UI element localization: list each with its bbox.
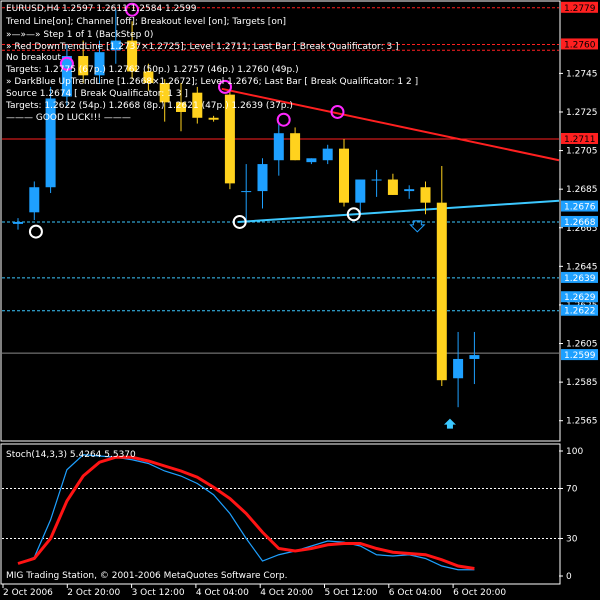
candle-body bbox=[436, 202, 447, 381]
candle-body bbox=[306, 158, 317, 163]
price-badge-1: 1.2760 bbox=[561, 38, 598, 50]
price-badge-7: 1.2622 bbox=[561, 304, 598, 317]
price-badge-label: 1.2779 bbox=[564, 4, 596, 14]
red-trendline-info: » Red DownTrendLine [1.2737×1.2725]; Lev… bbox=[6, 42, 399, 52]
symbol-line: EURUSD,H4 1.2597 1.2611 1.2584 1.2599 bbox=[6, 4, 197, 14]
price-badge-0: 1.2779 bbox=[561, 1, 598, 14]
stoch-level-label-1: 70 bbox=[566, 485, 578, 495]
price-tick-label-7: 1.2605 bbox=[566, 340, 598, 350]
candle-body bbox=[208, 117, 219, 120]
price-badge-label: 1.2760 bbox=[564, 40, 596, 50]
price-badge-label: 1.2629 bbox=[564, 293, 596, 303]
price-badge-label: 1.2676 bbox=[564, 203, 596, 213]
price-badge-label: 1.2668 bbox=[564, 218, 596, 228]
time-tick-label-1: 2 Oct 20:00 bbox=[67, 588, 120, 598]
candle-body bbox=[257, 164, 268, 192]
candle-body bbox=[29, 187, 40, 213]
candle-body bbox=[273, 133, 284, 161]
stoch-level-label-3: 0 bbox=[566, 572, 572, 582]
candle-body bbox=[13, 221, 23, 224]
time-tick-label-3: 4 Oct 04:00 bbox=[196, 588, 249, 598]
time-tick-label-6: 6 Oct 04:00 bbox=[389, 588, 442, 598]
step-line: »—»—» Step 1 of 1 (BackStep 0) bbox=[6, 30, 153, 40]
time-tick-label-2: 3 Oct 12:00 bbox=[132, 588, 185, 598]
price-badge-label: 1.2599 bbox=[564, 351, 596, 361]
stoch-level-label-0: 100 bbox=[566, 447, 583, 457]
price-tick-label-5: 1.2645 bbox=[566, 262, 598, 272]
price-badge-8: 1.2599 bbox=[561, 349, 598, 361]
price-badge-3: 1.2676 bbox=[561, 200, 598, 213]
settings-line: Trend Line[on]; Channel [off]; Breakout … bbox=[5, 17, 286, 27]
good-luck-text: ——— GOOD LUCK!!! ——— bbox=[6, 113, 131, 123]
time-tick-label-7: 6 Oct 20:00 bbox=[453, 588, 506, 598]
price-badge-5: 1.2639 bbox=[561, 271, 598, 284]
candle-20 bbox=[339, 138, 349, 207]
time-tick-label-5: 5 Oct 12:00 bbox=[325, 588, 378, 598]
stoch-label: Stoch(14,3,3) 5.4264 5.5370 bbox=[6, 450, 136, 460]
candle-body bbox=[404, 189, 415, 192]
candle-body bbox=[420, 187, 431, 203]
price-tick-label-9: 1.2565 bbox=[566, 417, 598, 427]
source-line: Source 1.2674 [ Break Qualificator: 1 3 … bbox=[6, 89, 188, 99]
candle-body bbox=[241, 191, 252, 193]
blue-trendline-info: » DarkBlue UpTrendLine [1.2668×1.2672]; … bbox=[6, 77, 418, 87]
candle-body bbox=[290, 133, 301, 161]
price-badge-label: 1.2622 bbox=[564, 307, 596, 317]
price-badge-label: 1.2639 bbox=[564, 274, 596, 284]
stoch-level-label-2: 30 bbox=[566, 535, 578, 545]
blue-targets-text: Targets: 1.2622 (54p.) 1.2668 (8p.) 1.26… bbox=[5, 101, 293, 111]
candle-body bbox=[453, 358, 464, 379]
price-tick-label-0: 1.2745 bbox=[566, 69, 598, 79]
time-tick-label-0: 2 Oct 2006 bbox=[3, 588, 53, 598]
candle-body bbox=[469, 355, 480, 359]
time-tick-label-4: 4 Oct 20:00 bbox=[260, 588, 313, 598]
copyright-text: MIG Trading Station, © 2001-2006 MetaQuo… bbox=[6, 571, 288, 581]
price-badge-4: 1.2668 bbox=[561, 215, 598, 228]
trading-chart: 10070300 1.27451.27251.27051.26851.26651… bbox=[0, 0, 600, 600]
price-tick-label-1: 1.2725 bbox=[566, 108, 598, 118]
candle-body bbox=[371, 179, 382, 181]
candle-body bbox=[387, 179, 398, 195]
price-tick-label-8: 1.2585 bbox=[566, 378, 598, 388]
candle-body bbox=[45, 98, 56, 188]
red-targets-text: Targets: 1.2775 (67p.) 1.2762 (50p.) 1.2… bbox=[5, 65, 299, 75]
price-badge-label: 1.2711 bbox=[564, 135, 596, 145]
candle-body bbox=[339, 148, 349, 203]
candle-body bbox=[355, 179, 366, 203]
price-tick-label-2: 1.2705 bbox=[566, 147, 598, 157]
price-tick-label-3: 1.2685 bbox=[566, 185, 598, 195]
no-breakout-text: No breakout bbox=[6, 53, 61, 63]
price-badge-2: 1.2711 bbox=[561, 132, 598, 145]
candle-body bbox=[322, 148, 333, 161]
price-badge-6: 1.2629 bbox=[561, 291, 598, 303]
